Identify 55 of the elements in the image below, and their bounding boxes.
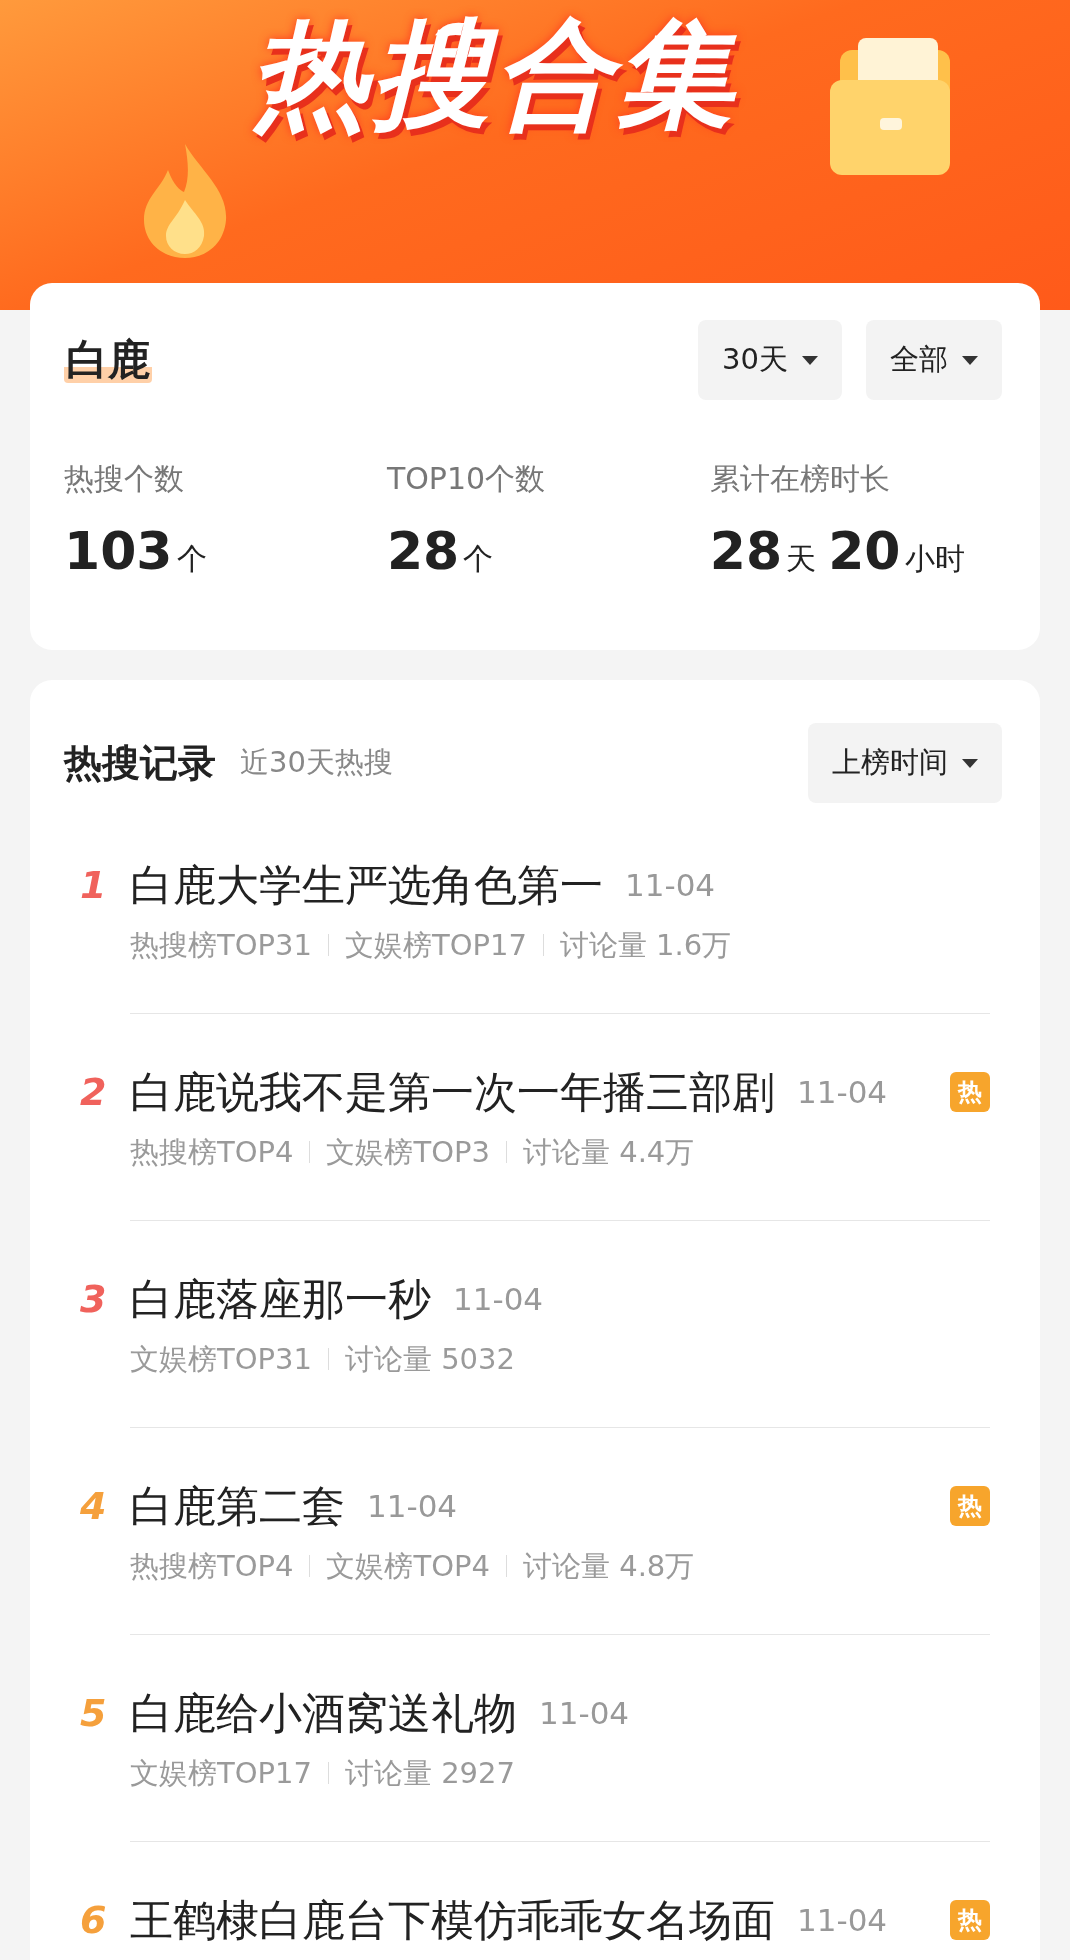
caret-icon bbox=[802, 355, 818, 365]
stat-value: 20 bbox=[828, 525, 901, 577]
record-date: 11-04 bbox=[797, 1072, 888, 1112]
banner-title: 热搜合集 bbox=[250, 10, 738, 140]
rank-number: 6 bbox=[80, 1897, 108, 1944]
stat-unit: 个 bbox=[463, 540, 494, 578]
sort-dropdown[interactable]: 上榜时间 bbox=[808, 723, 1002, 803]
record-meta: 热搜榜TOP31 bbox=[130, 927, 312, 964]
section-subtitle: 近30天热搜 bbox=[240, 744, 393, 782]
caret-icon bbox=[962, 758, 978, 768]
record-date: 11-04 bbox=[539, 1693, 630, 1733]
stat-value: 28 bbox=[709, 525, 783, 577]
record-title-link[interactable]: 白鹿落座那一秒 bbox=[130, 1269, 431, 1329]
record-title-link[interactable]: 白鹿说我不是第一次一年播三部剧 bbox=[130, 1062, 775, 1122]
record-meta: 热搜榜TOP4 bbox=[130, 1134, 294, 1171]
stat-value: 28 bbox=[386, 525, 460, 577]
rank-number: 2 bbox=[80, 1069, 108, 1116]
stat-unit: 个 bbox=[176, 540, 207, 578]
hot-badge: 热 bbox=[950, 1900, 990, 1940]
record-date: 11-04 bbox=[453, 1279, 544, 1319]
stat-unit: 小时 bbox=[904, 540, 965, 578]
filter-dropdown[interactable]: 30天 bbox=[698, 320, 842, 400]
record-date: 11-04 bbox=[367, 1486, 458, 1526]
stat-label: TOP10个数 bbox=[386, 460, 547, 498]
record-meta: 讨论量 4.8万 bbox=[522, 1548, 695, 1585]
stat-label: 热搜个数 bbox=[64, 460, 185, 498]
stat-unit: 天 bbox=[786, 540, 817, 578]
record-title-link[interactable]: 白鹿给小酒窝送礼物 bbox=[130, 1683, 517, 1743]
record-title-link[interactable]: 白鹿大学生严选角色第一 bbox=[130, 855, 603, 915]
rank-number: 5 bbox=[80, 1690, 108, 1737]
record-title-link[interactable]: 王鹤棣白鹿台下模仿乖乖女名场面 bbox=[130, 1890, 775, 1950]
hot-badge: 热 bbox=[950, 1072, 990, 1112]
record-title-link[interactable]: 白鹿第二套 bbox=[130, 1476, 345, 1536]
record-meta: 讨论量 4.4万 bbox=[522, 1134, 695, 1171]
record-meta: 讨论量 1.6万 bbox=[559, 927, 732, 964]
record-meta: 讨论量 5032 bbox=[344, 1341, 515, 1378]
record-meta: 文娱榜TOP31 bbox=[130, 1341, 312, 1378]
record-meta: 文娱榜TOP17 bbox=[130, 1755, 312, 1792]
record-meta: 讨论量 2927 bbox=[344, 1755, 515, 1792]
record-meta: 文娱榜TOP3 bbox=[326, 1134, 490, 1171]
record-meta: 热搜榜TOP4 bbox=[130, 1548, 294, 1585]
record-meta: 文娱榜TOP17 bbox=[344, 927, 527, 964]
topic-name: 白鹿 bbox=[64, 336, 152, 384]
record-meta: 文娱榜TOP4 bbox=[326, 1548, 490, 1585]
hot-badge: 热 bbox=[950, 1486, 990, 1526]
record-date: 11-04 bbox=[625, 865, 716, 905]
rank-number: 3 bbox=[80, 1276, 108, 1323]
rank-number: 4 bbox=[80, 1483, 108, 1530]
rank-number: 1 bbox=[80, 862, 108, 909]
section-title: 热搜记录 bbox=[64, 739, 216, 787]
stat-label: 累计在榜时长 bbox=[709, 460, 891, 498]
stat-value: 103 bbox=[64, 525, 173, 577]
filter-dropdown[interactable]: 全部 bbox=[866, 320, 1002, 400]
caret-icon bbox=[962, 355, 978, 365]
record-date: 11-04 bbox=[797, 1900, 888, 1940]
